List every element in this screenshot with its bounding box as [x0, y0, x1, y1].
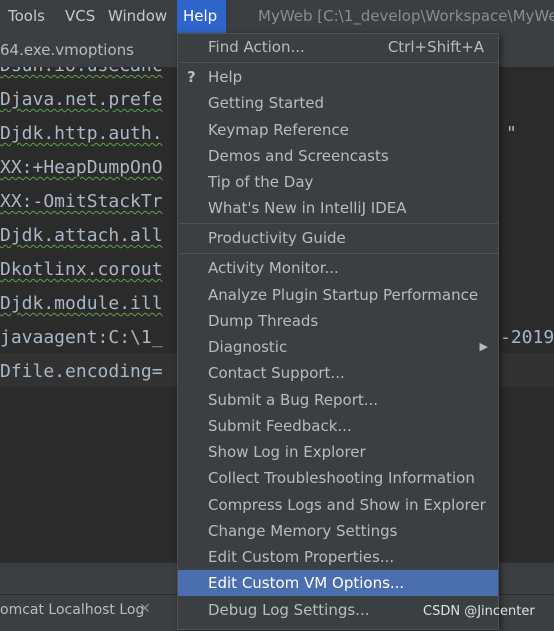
- menu-item-label: Find Action...: [208, 38, 305, 56]
- menu-item-submit-bug-report[interactable]: Submit a Bug Report...: [178, 387, 498, 413]
- code-line: Djdk.attach.all: [0, 225, 163, 246]
- menu-item-edit-custom-properties[interactable]: Edit Custom Properties...: [178, 544, 498, 570]
- code-line: Djdk.http.auth.: [0, 123, 163, 144]
- shortcut-label: Ctrl+Shift+A: [387, 38, 484, 56]
- menu-item-label: What's New in IntelliJ IDEA: [208, 199, 407, 217]
- menu-vcs-label: VCS: [65, 7, 96, 25]
- menu-item-activity-monitor[interactable]: Activity Monitor...: [178, 255, 498, 281]
- menu-item-edit-custom-vm-options[interactable]: Edit Custom VM Options...: [178, 570, 498, 596]
- menu-item-compress-logs[interactable]: Compress Logs and Show in Explorer: [178, 492, 498, 518]
- code-line: Dfile.encoding=: [0, 361, 163, 382]
- submenu-arrow-icon: ▶: [479, 340, 488, 353]
- menu-item-label: Collect Troubleshooting Information: [208, 469, 475, 487]
- menu-help-label: Help: [183, 7, 218, 25]
- menu-separator: [179, 253, 499, 254]
- code-line: Djdk.module.ill: [0, 293, 163, 314]
- menu-item-label: Getting Started: [208, 94, 324, 112]
- menu-item-label: Edit Custom VM Options...: [208, 574, 405, 592]
- code-line: Dkotlinx.corout: [0, 259, 163, 280]
- menu-window[interactable]: Window: [102, 0, 173, 33]
- menu-item-contact-support[interactable]: Contact Support...: [178, 360, 498, 386]
- code-line: Dsun.io.useCanc: [0, 67, 163, 83]
- menu-item-collect-troubleshooting[interactable]: Collect Troubleshooting Information: [178, 465, 498, 491]
- menu-item-label: Keymap Reference: [208, 121, 349, 139]
- code-line: javaagent:C:\1_: [0, 327, 163, 348]
- code-line: Djava.net.prefe: [0, 89, 163, 110]
- menu-item-getting-started[interactable]: Getting Started: [178, 90, 498, 116]
- code-line: XX:-OmitStackTr: [0, 191, 163, 212]
- menu-item-whats-new[interactable]: What's New in IntelliJ IDEA: [178, 195, 498, 221]
- menu-item-label: Submit Feedback...: [208, 417, 352, 435]
- close-icon[interactable]: ✕: [139, 595, 151, 623]
- question-icon: ?: [187, 68, 196, 86]
- menu-item-show-log[interactable]: Show Log in Explorer: [178, 439, 498, 465]
- menu-separator: [179, 223, 499, 224]
- menu-item-help[interactable]: ? Help: [178, 64, 498, 90]
- menu-separator: [179, 62, 499, 63]
- menu-tools-label: Tools: [8, 7, 45, 25]
- code-fragment-quote: ": [506, 123, 517, 144]
- menu-item-label: Edit Custom Properties...: [208, 548, 395, 566]
- menu-item-label: Demos and Screencasts: [208, 147, 389, 165]
- menu-item-submit-feedback[interactable]: Submit Feedback...: [178, 413, 498, 439]
- menu-item-label: Activity Monitor...: [208, 259, 339, 277]
- menu-item-label: Dump Threads: [208, 312, 319, 330]
- menu-item-productivity-guide[interactable]: Productivity Guide: [178, 225, 498, 251]
- menu-item-label: Help: [208, 68, 243, 86]
- tab-tomcat-localhost-log[interactable]: omcat Localhost Log: [0, 595, 144, 625]
- menu-bar: Tools VCS Window Help MyWeb [C:\1_develo…: [0, 0, 554, 33]
- menu-item-label: Diagnostic: [208, 338, 288, 356]
- menu-item-label: Submit a Bug Report...: [208, 391, 379, 409]
- menu-item-analyze-plugin-startup[interactable]: Analyze Plugin Startup Performance: [178, 282, 498, 308]
- watermark-text: CSDN @Jincenter: [423, 604, 535, 619]
- menu-item-dump-threads[interactable]: Dump Threads: [178, 308, 498, 334]
- menu-vcs[interactable]: VCS: [59, 0, 101, 33]
- menu-item-diagnostic[interactable]: Diagnostic ▶: [178, 334, 498, 360]
- menu-item-label: Tip of the Day: [208, 173, 314, 191]
- menu-item-find-action[interactable]: Find Action... Ctrl+Shift+A: [178, 34, 498, 60]
- window-title: MyWeb [C:\1_develop\Workspace\MyWe: [258, 7, 554, 25]
- menu-tools[interactable]: Tools: [2, 0, 51, 33]
- menu-item-label: Contact Support...: [208, 364, 345, 382]
- menu-item-tip-of-the-day[interactable]: Tip of the Day: [178, 169, 498, 195]
- menu-item-demos[interactable]: Demos and Screencasts: [178, 143, 498, 169]
- menu-item-label: Change Memory Settings: [208, 522, 398, 540]
- menu-help[interactable]: Help: [177, 0, 226, 33]
- menu-item-label: Productivity Guide: [208, 229, 346, 247]
- menu-item-change-memory-settings[interactable]: Change Memory Settings: [178, 518, 498, 544]
- editor-tab-vmoptions[interactable]: 64.exe.vmoptions: [0, 33, 134, 67]
- menu-item-label: Compress Logs and Show in Explorer: [208, 496, 486, 514]
- help-dropdown-menu: Find Action... Ctrl+Shift+A ? Help Getti…: [177, 33, 499, 630]
- code-line: XX:+HeapDumpOnO: [0, 157, 163, 178]
- menu-item-label: Analyze Plugin Startup Performance: [208, 286, 479, 304]
- menu-window-label: Window: [108, 7, 168, 25]
- menu-item-keymap-reference[interactable]: Keymap Reference: [178, 117, 498, 143]
- code-fragment-version: -2019: [500, 327, 554, 348]
- menu-item-label: Show Log in Explorer: [208, 443, 366, 461]
- menu-item-label: Debug Log Settings...: [208, 601, 370, 619]
